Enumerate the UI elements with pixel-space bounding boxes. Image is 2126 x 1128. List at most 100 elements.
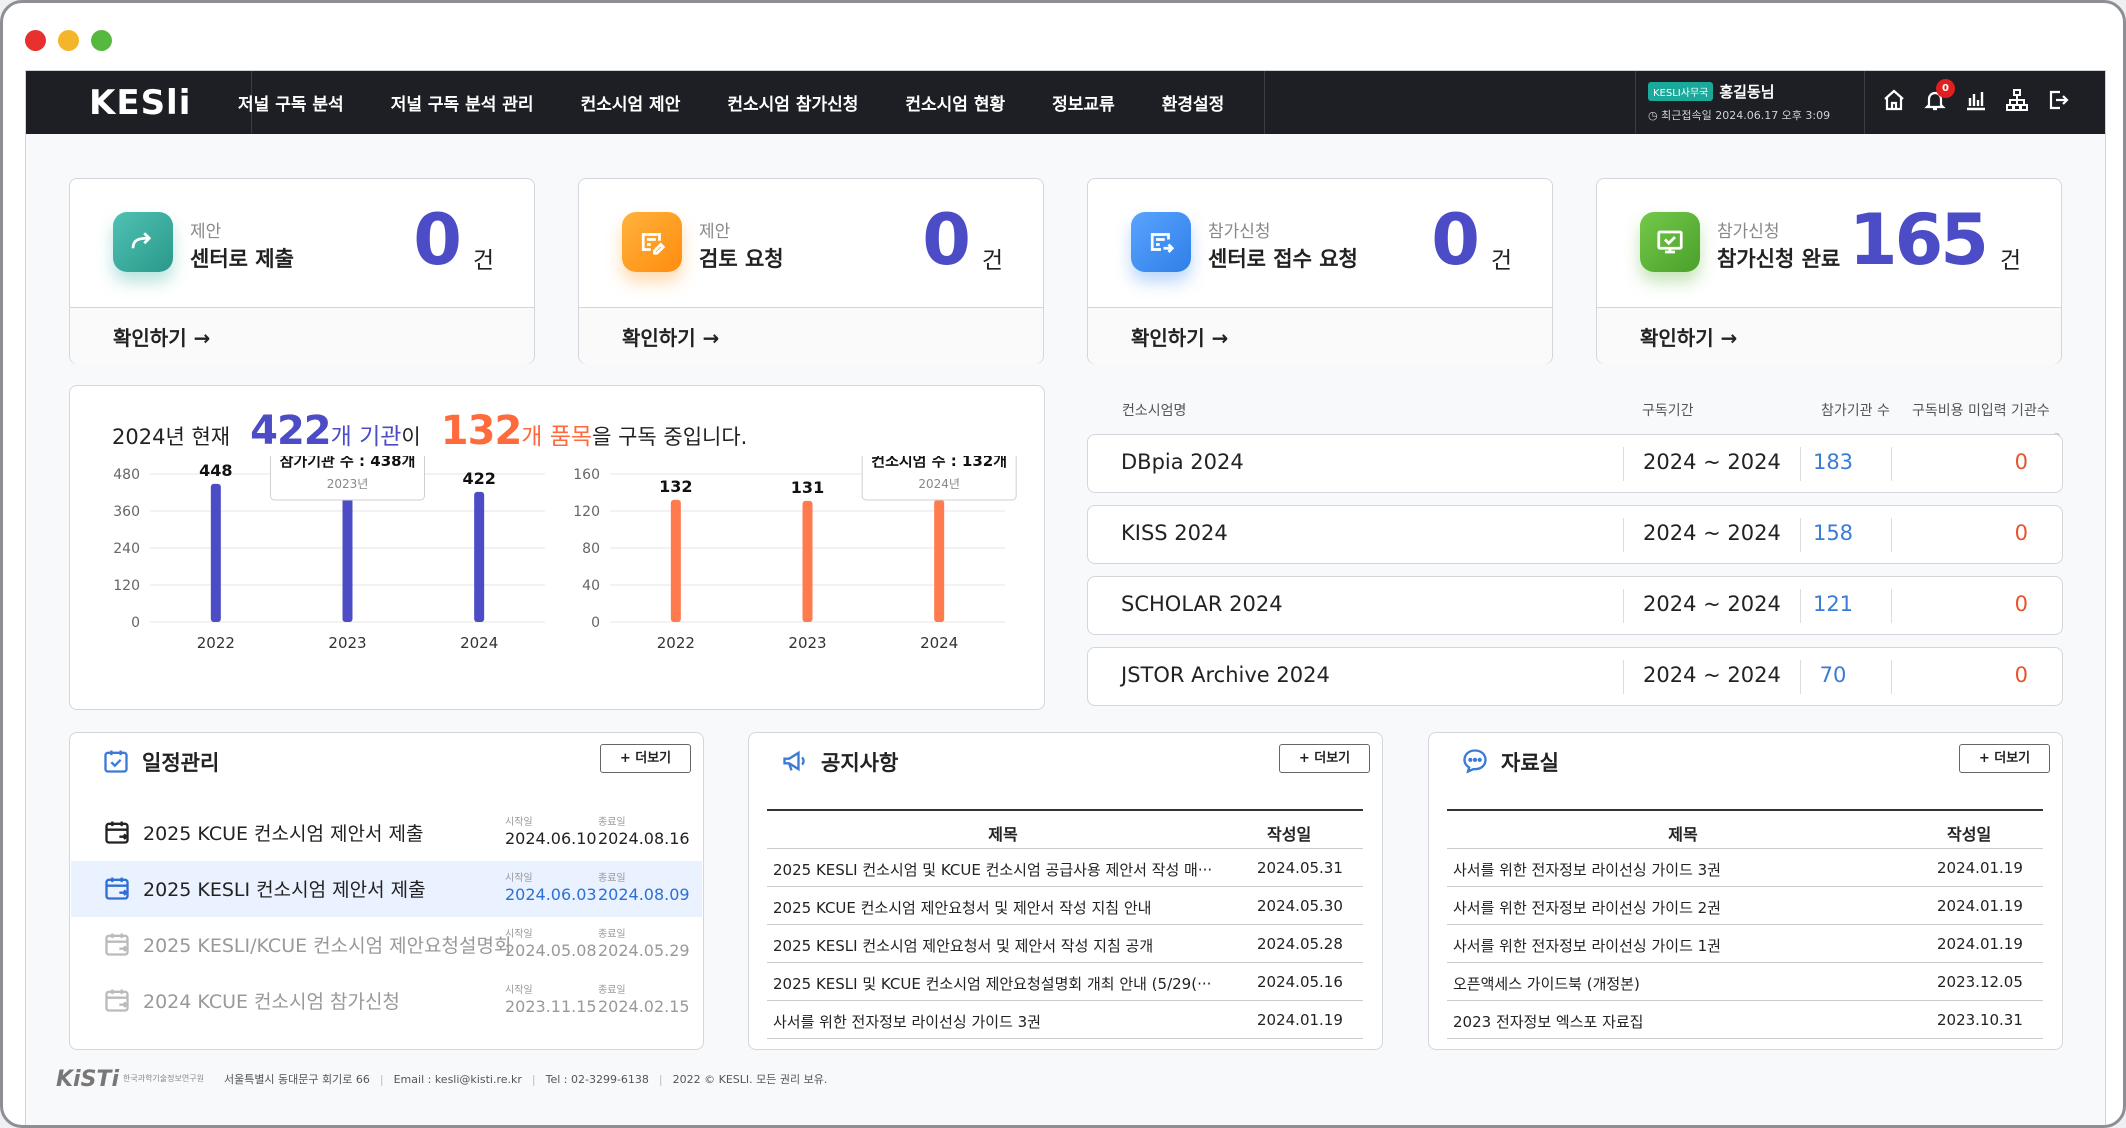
schedule-item[interactable]: 2025 KESLI/KCUE 컨소시엄 제안요청설명회 시작일 2024.05… [71, 917, 702, 973]
data-label: 448 [199, 461, 232, 480]
stat-category: 제안 [190, 222, 222, 242]
stat-link-button[interactable]: 확인하기 → [1088, 307, 1552, 364]
notice-more-button[interactable]: + 더보기 [1279, 744, 1370, 773]
menu-consortium-application[interactable]: 컨소시엄 참가신청 [727, 90, 858, 115]
schedule-item[interactable]: 2024 KCUE 컨소시엄 참가신청 시작일 2023.11.15 종료일 2… [71, 973, 702, 1029]
maximize-window-button[interactable] [91, 30, 112, 51]
stat-card-application-request: 참가신청 센터로 접수 요청 0 건 확인하기 → [1087, 178, 1553, 364]
stat-card-proposal-submitted: 제안 센터로 제출 0 건 확인하기 → [69, 178, 535, 364]
home-icon[interactable] [1881, 85, 1907, 115]
bell-icon[interactable]: 0 [1922, 79, 1955, 115]
stat-link-button[interactable]: 확인하기 → [70, 307, 534, 364]
headline-year: 2024년 현재 [112, 425, 231, 449]
minimize-window-button[interactable] [58, 30, 79, 51]
calendar-icon [103, 986, 131, 1018]
stat-category: 제안 [699, 222, 731, 242]
table-row[interactable]: JSTOR Archive 2024 2024 ~ 2024 70 0 [1087, 647, 2063, 706]
tooltip-subtitle: 2023년 [327, 477, 369, 491]
table-row[interactable]: 2025 KESLI 및 KCUE 컨소시엄 제안요청설명회 개최 안내 (5/… [767, 963, 1363, 1001]
schedule-item-selected[interactable]: 2025 KESLI 컨소시엄 제안서 제출 시작일 2024.06.03 종료… [71, 861, 702, 917]
notice-panel: 공지사항 + 더보기 제목 작성일 2025 KESLI 컨소시엄 및 KCUE … [748, 732, 1383, 1050]
stat-card-application-complete: 참가신청 참가신청 완료 165 건 확인하기 → [1596, 178, 2062, 364]
table-row[interactable]: 2025 KCUE 컨소시엄 제안요청서 및 제안서 작성 지침 안내 2024.… [767, 887, 1363, 925]
table-row[interactable]: 사서를 위한 전자정보 라이선싱 가이드 2권 2024.01.19 [1447, 887, 2043, 925]
chat-bubble-icon [1461, 747, 1489, 779]
schedule-panel: 일정관리 + 더보기 2025 KCUE 컨소시엄 제안서 제출 시작일 202… [69, 732, 704, 1050]
nav-icon-group: 0 [1881, 79, 2071, 115]
sitemap-icon[interactable] [2004, 85, 2030, 115]
table-row[interactable]: 오픈액세스 가이드북 (개정본) 2023.12.05 [1447, 963, 2043, 1001]
archive-panel: 자료실 + 더보기 제목 작성일 사서를 위한 전자정보 라이선싱 가이드 3권 2… [1428, 732, 2063, 1050]
menu-info-exchange[interactable]: 정보교류 [1052, 90, 1115, 115]
stat-value: 0 [1431, 199, 1480, 281]
tooltip-subtitle: 2024년 [918, 477, 960, 491]
schedule-item[interactable]: 2025 KCUE 컨소시엄 제안서 제출 시작일 2024.06.10 종료일… [71, 805, 702, 861]
stat-label: 센터로 제출 [190, 247, 294, 271]
table-row[interactable]: SCHOLAR 2024 2024 ~ 2024 121 0 [1087, 576, 2063, 635]
y-tick-label: 120 [573, 504, 600, 520]
tooltip-title: 컨소시엄 수 : 132개 [871, 456, 1007, 470]
stat-link-button[interactable]: 확인하기 → [579, 307, 1043, 364]
table-row[interactable]: 사서를 위한 전자정보 라이선싱 가이드 3권 2024.01.19 [767, 1001, 1363, 1039]
stat-category: 참가신청 [1208, 222, 1271, 242]
col-header-count: 참가기관 수 [1821, 403, 1890, 419]
table-row[interactable]: 2023 전자정보 엑스포 자료집 2023.10.31 [1447, 1001, 2043, 1039]
app-viewport: KESli 저널 구독 분석 저널 구독 분석 관리 컨소시엄 제안 컨소시엄 … [25, 70, 2106, 1125]
notice-title: 공지사항 [821, 751, 899, 775]
table-row[interactable]: 사서를 위한 전자정보 라이선싱 가이드 3권 2024.01.19 [1447, 849, 2043, 887]
x-tick-label: 2022 [197, 634, 235, 652]
table-row[interactable]: DBpia 2024 2024 ~ 2024 183 0 [1087, 434, 2063, 493]
y-tick-label: 80 [582, 541, 600, 557]
subscription-headline: 2024년 현재 422개 기관이 132개 품목을 구독 중입니다. [112, 408, 748, 454]
bar [210, 483, 221, 622]
y-tick-label: 0 [131, 615, 140, 631]
send-icon [113, 212, 173, 272]
nav-divider [1635, 71, 1636, 134]
y-tick-label: 160 [573, 467, 600, 483]
stat-label: 참가신청 완료 [1717, 247, 1841, 271]
y-tick-label: 40 [582, 578, 600, 594]
headline-institution-unit: 개 기관 [330, 424, 402, 450]
col-header-missing: 구독비용 미입력 기관수 [1912, 403, 2050, 419]
table-header: 제목 작성일 [767, 811, 1363, 849]
y-tick-label: 240 [113, 541, 140, 557]
logout-icon[interactable] [2045, 85, 2071, 115]
table-row[interactable]: 2025 KESLI 컨소시엄 제안요청서 및 제안서 작성 지침 공개 2024… [767, 925, 1363, 963]
kisti-name: 한국과학기술정보연구원 [122, 1074, 204, 1083]
user-name[interactable]: 홍길동님 [1719, 83, 1774, 101]
table-row[interactable]: 사서를 위한 전자정보 라이선싱 가이드 1권 2024.01.19 [1447, 925, 2043, 963]
menu-journal-analysis[interactable]: 저널 구독 분석 [238, 90, 344, 115]
stat-value: 0 [922, 199, 971, 281]
nav-divider [1864, 71, 1865, 134]
monitor-check-icon [1640, 212, 1700, 272]
menu-consortium-status[interactable]: 컨소시엄 현황 [905, 90, 1005, 115]
last-login: ◷ 최근접속일 2024.06.17 오후 3:09 [1648, 109, 1831, 122]
user-info: KESLI사무국 홍길동님 ◷ 최근접속일 2024.06.17 오후 3:09 [1648, 81, 1848, 123]
y-tick-label: 0 [591, 615, 600, 631]
menu-journal-analysis-manage[interactable]: 저널 구독 분석 관리 [391, 90, 534, 115]
table-row[interactable]: KISS 2024 2024 ~ 2024 158 0 [1087, 505, 2063, 564]
y-tick-label: 360 [113, 504, 140, 520]
bar-charts: 0 120 240 360 480 2022 448 2023 2024 422 참가기관 수 : … [113, 456, 1017, 652]
menu-consortium-proposal[interactable]: 컨소시엄 제안 [581, 90, 681, 115]
bar-chart-icon[interactable] [1963, 85, 1989, 115]
table-header: 제목 작성일 [1447, 811, 2043, 849]
kesli-logo[interactable]: KESli [89, 83, 191, 123]
footer-email[interactable]: Email : kesli@kisti.re.kr [394, 1073, 522, 1086]
schedule-more-button[interactable]: + 더보기 [600, 744, 691, 773]
table-row[interactable]: 2025 KESLI 컨소시엄 및 KCUE 컨소시엄 공급사용 제안서 작성 … [767, 849, 1363, 887]
top-nav: KESli 저널 구독 분석 저널 구독 분석 관리 컨소시엄 제안 컨소시엄 … [26, 71, 2105, 134]
menu-settings[interactable]: 환경설정 [1162, 90, 1225, 115]
stat-unit: 건 [981, 248, 1003, 274]
stat-link-button[interactable]: 확인하기 → [1597, 307, 2061, 364]
close-window-button[interactable] [25, 30, 46, 51]
headline-item-count: 132 [440, 408, 522, 454]
footer-address: 서울특별시 동대문구 회기로 66 [223, 1073, 370, 1086]
megaphone-icon [781, 747, 809, 779]
window-controls [25, 30, 112, 51]
archive-more-button[interactable]: + 더보기 [1959, 744, 2050, 773]
col-header-name: 컨소시엄명 [1122, 403, 1187, 419]
data-label: 132 [659, 477, 692, 496]
stat-value: 0 [413, 199, 462, 281]
footer: KiSTi 한국과학기술정보연구원 서울특별시 동대문구 회기로 66 | Ema… [56, 1066, 828, 1092]
